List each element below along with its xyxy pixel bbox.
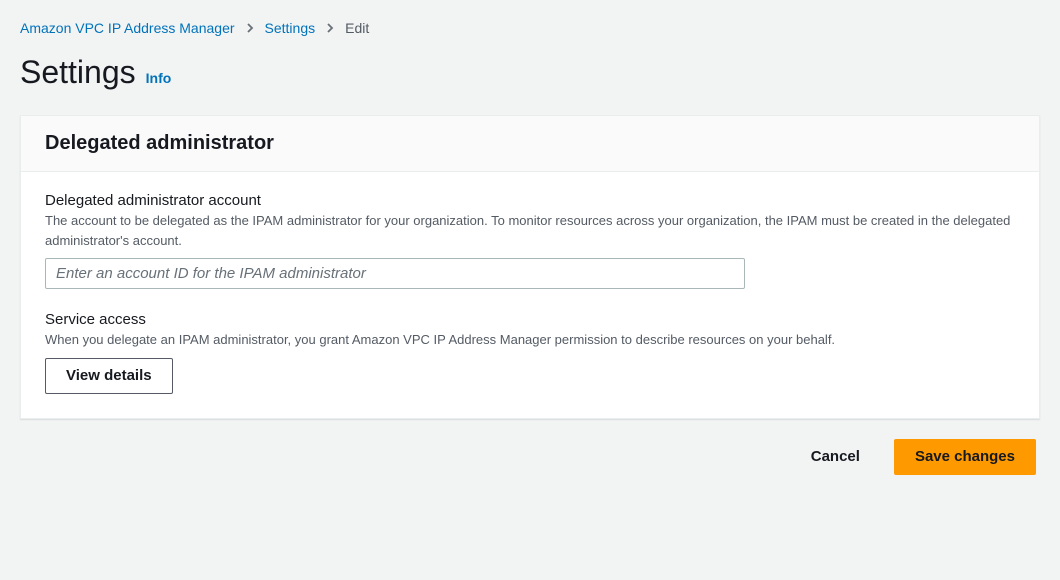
panel-header: Delegated administrator	[21, 116, 1039, 172]
panel-body: Delegated administrator account The acco…	[21, 172, 1039, 418]
delegated-account-field: Delegated administrator account The acco…	[45, 192, 1015, 289]
info-link[interactable]: Info	[146, 70, 172, 86]
cancel-button[interactable]: Cancel	[791, 439, 880, 475]
breadcrumb-link-settings[interactable]: Settings	[265, 20, 316, 36]
chevron-right-icon	[325, 23, 335, 33]
breadcrumb-current: Edit	[345, 20, 369, 36]
breadcrumb-link-ipam[interactable]: Amazon VPC IP Address Manager	[20, 20, 235, 36]
delegated-account-input[interactable]	[45, 258, 745, 289]
page-title-row: Settings Info	[20, 54, 1040, 91]
breadcrumb: Amazon VPC IP Address Manager Settings E…	[20, 20, 1040, 36]
chevron-right-icon	[245, 23, 255, 33]
delegated-account-label: Delegated administrator account	[45, 192, 1015, 209]
panel-title: Delegated administrator	[45, 132, 1015, 155]
service-access-field: Service access When you delegate an IPAM…	[45, 311, 1015, 394]
delegated-account-description: The account to be delegated as the IPAM …	[45, 211, 1015, 250]
service-access-label: Service access	[45, 311, 1015, 328]
service-access-description: When you delegate an IPAM administrator,…	[45, 330, 1015, 350]
delegated-admin-panel: Delegated administrator Delegated admini…	[20, 115, 1040, 419]
page-title: Settings	[20, 54, 136, 91]
save-button[interactable]: Save changes	[894, 439, 1036, 475]
footer-actions: Cancel Save changes	[20, 439, 1040, 475]
view-details-button[interactable]: View details	[45, 358, 173, 394]
